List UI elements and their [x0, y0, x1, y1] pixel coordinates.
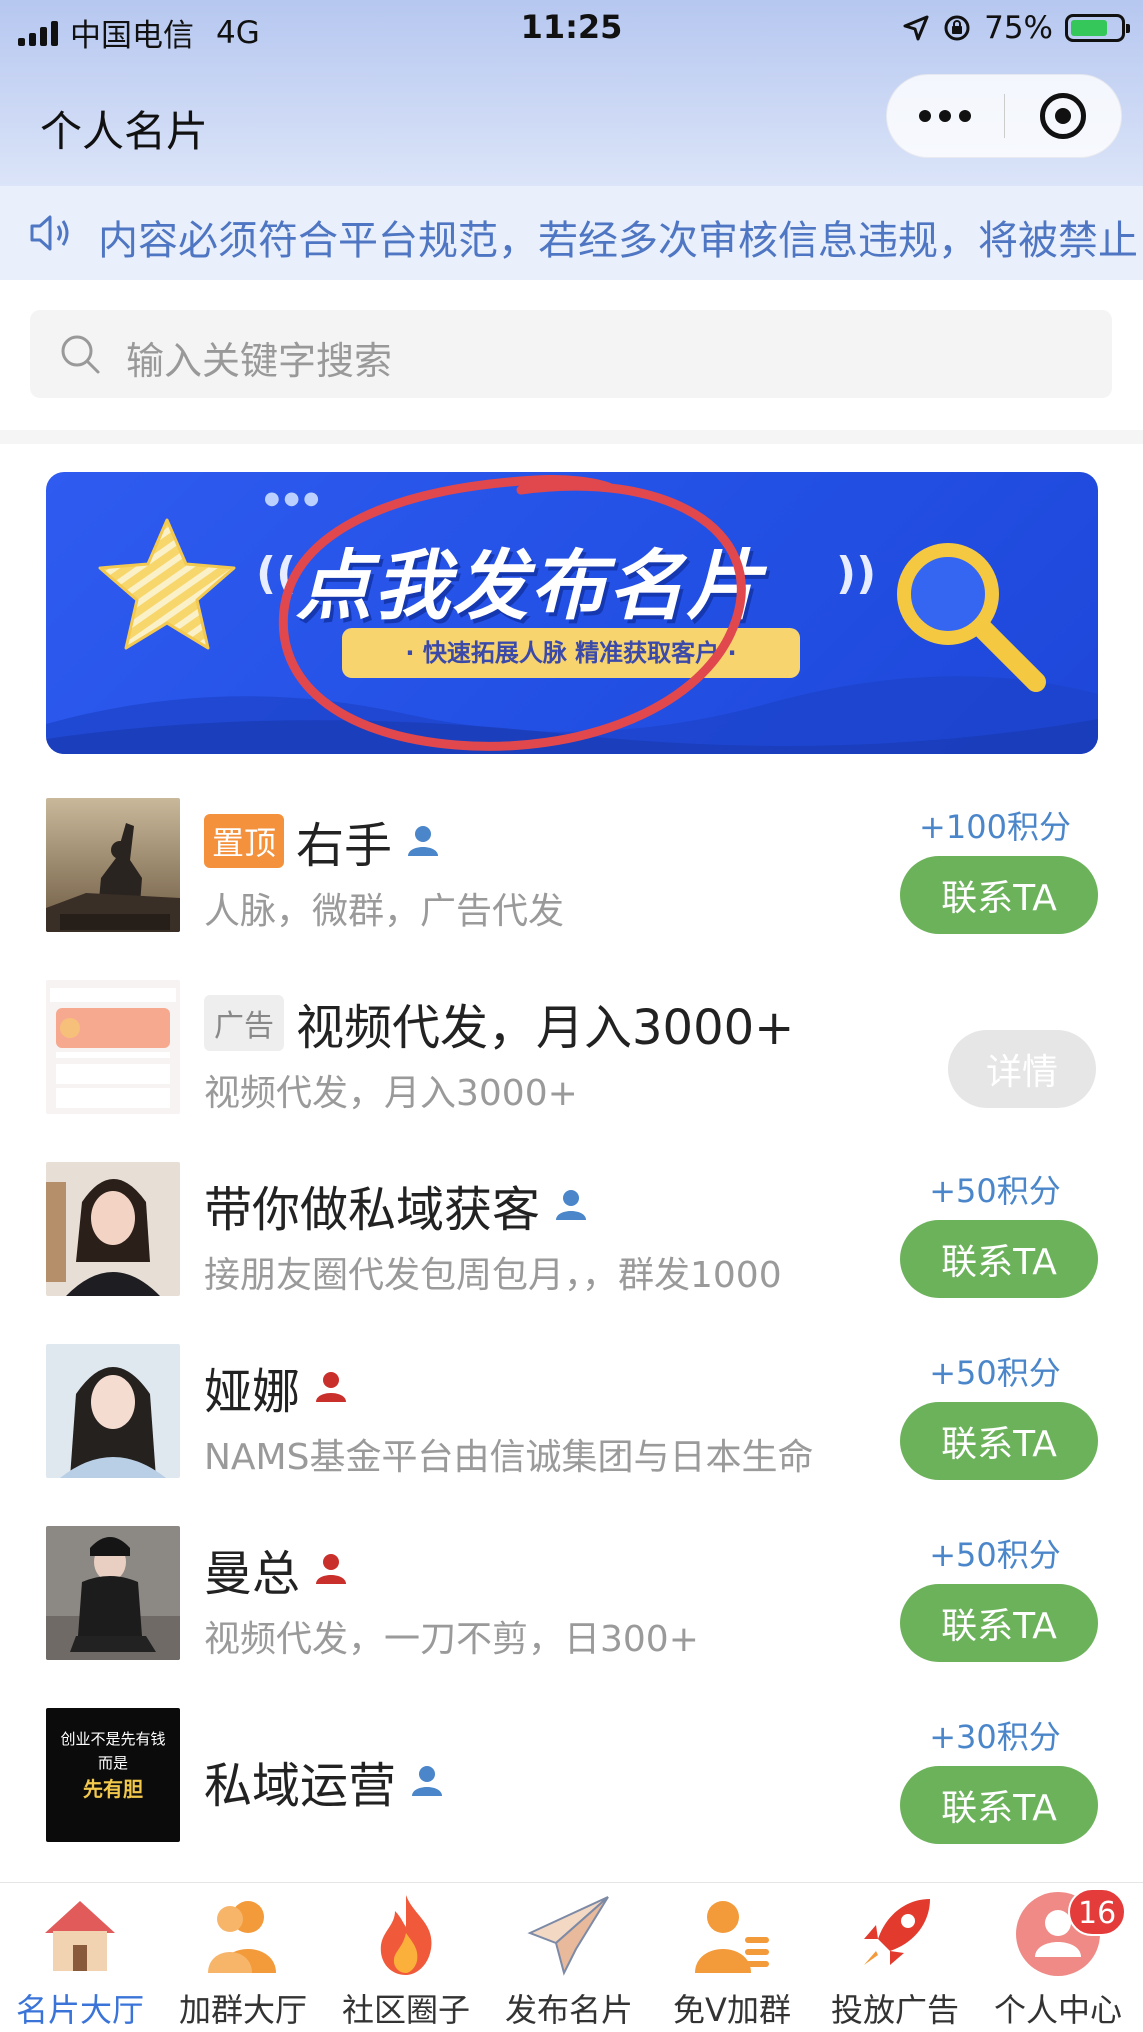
- svg-text:创业不是先有钱: 创业不是先有钱: [60, 1730, 165, 1748]
- item-name: 娅娜: [204, 1364, 301, 1420]
- avatar: [46, 1526, 180, 1660]
- points-label: +50积分: [929, 1536, 1061, 1574]
- publish-card-banner[interactable]: ●●● (( 点我发布名片 )) · 快速拓展人脉 精准获取客户 ·: [46, 472, 1098, 754]
- item-description: NAMS基金平台由信诚集团与日本生命: [204, 1437, 814, 1478]
- item-name: 曼总: [204, 1546, 301, 1602]
- item-name: 带你做私域获客: [204, 1182, 541, 1238]
- contact-button[interactable]: 联系TA: [900, 1766, 1098, 1844]
- svg-text:而是: 而是: [98, 1754, 128, 1772]
- battery-icon: [1065, 14, 1130, 42]
- item-title-row: 广告 视频代发，月入3000+: [204, 988, 794, 1058]
- star-icon: [98, 518, 236, 650]
- item-title-row: 娅娜: [204, 1352, 350, 1422]
- tab-community[interactable]: 社区圈子: [326, 1883, 486, 2032]
- list-item[interactable]: 带你做私域获客 接朋友圈代发包周包月，，群发1000 +50积分 联系TA: [0, 1146, 1143, 1328]
- rocket-icon: [864, 1899, 930, 1965]
- item-title-row: 带你做私域获客: [204, 1170, 590, 1240]
- item-description: 人脉，微群，广告代发: [204, 891, 565, 932]
- item-description: 视频代发，一刀不剪，日300+: [204, 1619, 699, 1660]
- avatar: 创业不是先有钱 而是 先有胆: [46, 1708, 180, 1842]
- svg-text:先有胆: 先有胆: [83, 1777, 143, 1801]
- avatar: [46, 1162, 180, 1296]
- house-icon: [45, 1901, 115, 1971]
- banner-subline: · 快速拓展人脉 精准获取客户 ·: [342, 628, 800, 678]
- item-name: 右手: [296, 818, 393, 874]
- paper-plane-icon: [527, 1896, 609, 1976]
- top-header: 中国电信 4G 11:25 75% 个人名片: [0, 0, 1143, 186]
- miniprogram-capsule: [886, 74, 1122, 158]
- item-description: 视频代发，月入3000+: [204, 1073, 578, 1114]
- status-bar: 中国电信 4G 11:25 75%: [0, 0, 1143, 58]
- tab-label: 发布名片: [504, 1991, 633, 2029]
- list-item[interactable]: 娅娜 NAMS基金平台由信诚集团与日本生命 +50积分 联系TA: [0, 1328, 1143, 1510]
- list-item[interactable]: 曼总 视频代发，一刀不剪，日300+ +50积分 联系TA: [0, 1510, 1143, 1692]
- person-red-icon: [316, 1554, 347, 1584]
- tab-card-hall[interactable]: 名片大厅: [0, 1883, 160, 2032]
- tab-label: 个人中心: [993, 1991, 1122, 2029]
- tab-label: 名片大厅: [15, 1991, 144, 2029]
- group-icon: [208, 1901, 276, 1973]
- target-icon: [1039, 93, 1086, 139]
- banner-headline: 点我发布名片: [296, 541, 764, 630]
- banner-right-bracket: )): [836, 548, 877, 599]
- battery-percent: 75%: [984, 10, 1053, 46]
- fire-icon: [380, 1895, 432, 1975]
- ad-tag: 广告: [204, 995, 284, 1051]
- search-placeholder: 输入关键字搜索: [126, 339, 393, 383]
- search-area: 输入关键字搜索: [0, 280, 1143, 430]
- pinned-tag: 置顶: [204, 814, 285, 868]
- details-button[interactable]: 详情: [948, 1030, 1096, 1108]
- more-button[interactable]: [887, 75, 1004, 157]
- tab-label: 加群大厅: [178, 1991, 307, 2029]
- rotation-lock-icon: [944, 15, 970, 41]
- banner-left-bracket: ((: [256, 548, 297, 599]
- search-input[interactable]: 输入关键字搜索: [30, 310, 1112, 398]
- ad-thumbnail: [46, 980, 180, 1114]
- section-divider: [0, 430, 1143, 444]
- notice-bar: 内容必须符合平台规范，若经多次审核信息违规，将被禁止: [0, 186, 1143, 280]
- person-blue-icon: [556, 1190, 587, 1220]
- page-title: 个人名片: [40, 107, 209, 156]
- tab-label: 投放广告: [830, 1991, 959, 2029]
- contact-button[interactable]: 联系TA: [900, 856, 1098, 934]
- tab-label: 社区圈子: [341, 1991, 470, 2029]
- tab-group-hall[interactable]: 加群大厅: [163, 1883, 323, 2032]
- banner-dots: ●●●: [264, 488, 324, 509]
- location-arrow-icon: [903, 15, 929, 41]
- tab-publish-card[interactable]: 发布名片: [489, 1883, 649, 2032]
- notification-badge: 16: [1068, 1888, 1127, 1936]
- item-description: 接朋友圈代发包周包月，，群发1000: [204, 1255, 782, 1296]
- tab-free-v-join[interactable]: 免V加群: [652, 1883, 812, 2032]
- item-title-row: 私域运营: [204, 1746, 446, 1816]
- tab-advertise[interactable]: 投放广告: [815, 1883, 975, 2032]
- list-item[interactable]: 置顶 右手 人脉，微群，广告代发 +100积分 联系TA: [0, 782, 1143, 964]
- points-label: +100积分: [919, 808, 1071, 846]
- contact-button[interactable]: 联系TA: [900, 1220, 1098, 1298]
- search-icon: [61, 335, 100, 374]
- avatar: [46, 1344, 180, 1478]
- person-blue-icon: [412, 1766, 443, 1796]
- item-name: 视频代发，月入3000+: [296, 1000, 795, 1056]
- status-right: 75%: [902, 10, 1130, 46]
- speaker-icon: [30, 215, 69, 251]
- list-item[interactable]: 创业不是先有钱 而是 先有胆 私域运营 +30积分 联系TA: [0, 1692, 1143, 1874]
- user-list-icon: [695, 1901, 769, 1973]
- bottom-tab-bar: 名片大厅 加群大厅 社区圈子 发布名片 免V加群 投放广告 个人中心: [0, 1882, 1143, 2032]
- list-item-ad[interactable]: 广告 视频代发，月入3000+ 视频代发，月入3000+ 详情: [0, 964, 1143, 1146]
- item-name: 私域运营: [204, 1758, 397, 1814]
- points-label: +50积分: [929, 1172, 1061, 1210]
- close-miniprogram-button[interactable]: [1005, 75, 1122, 157]
- person-blue-icon: [408, 826, 439, 856]
- tab-label: 免V加群: [673, 1991, 791, 2029]
- contact-button[interactable]: 联系TA: [900, 1584, 1098, 1662]
- contact-button[interactable]: 联系TA: [900, 1402, 1098, 1480]
- points-label: +30积分: [929, 1718, 1061, 1756]
- item-title-row: 置顶 右手: [204, 806, 442, 876]
- item-title-row: 曼总: [204, 1534, 350, 1604]
- avatar: [46, 798, 180, 932]
- magnifier-icon: [897, 543, 1046, 692]
- person-red-icon: [316, 1372, 347, 1402]
- points-label: +50积分: [929, 1354, 1061, 1392]
- notice-text: 内容必须符合平台规范，若经多次审核信息违规，将被禁止: [98, 218, 1138, 264]
